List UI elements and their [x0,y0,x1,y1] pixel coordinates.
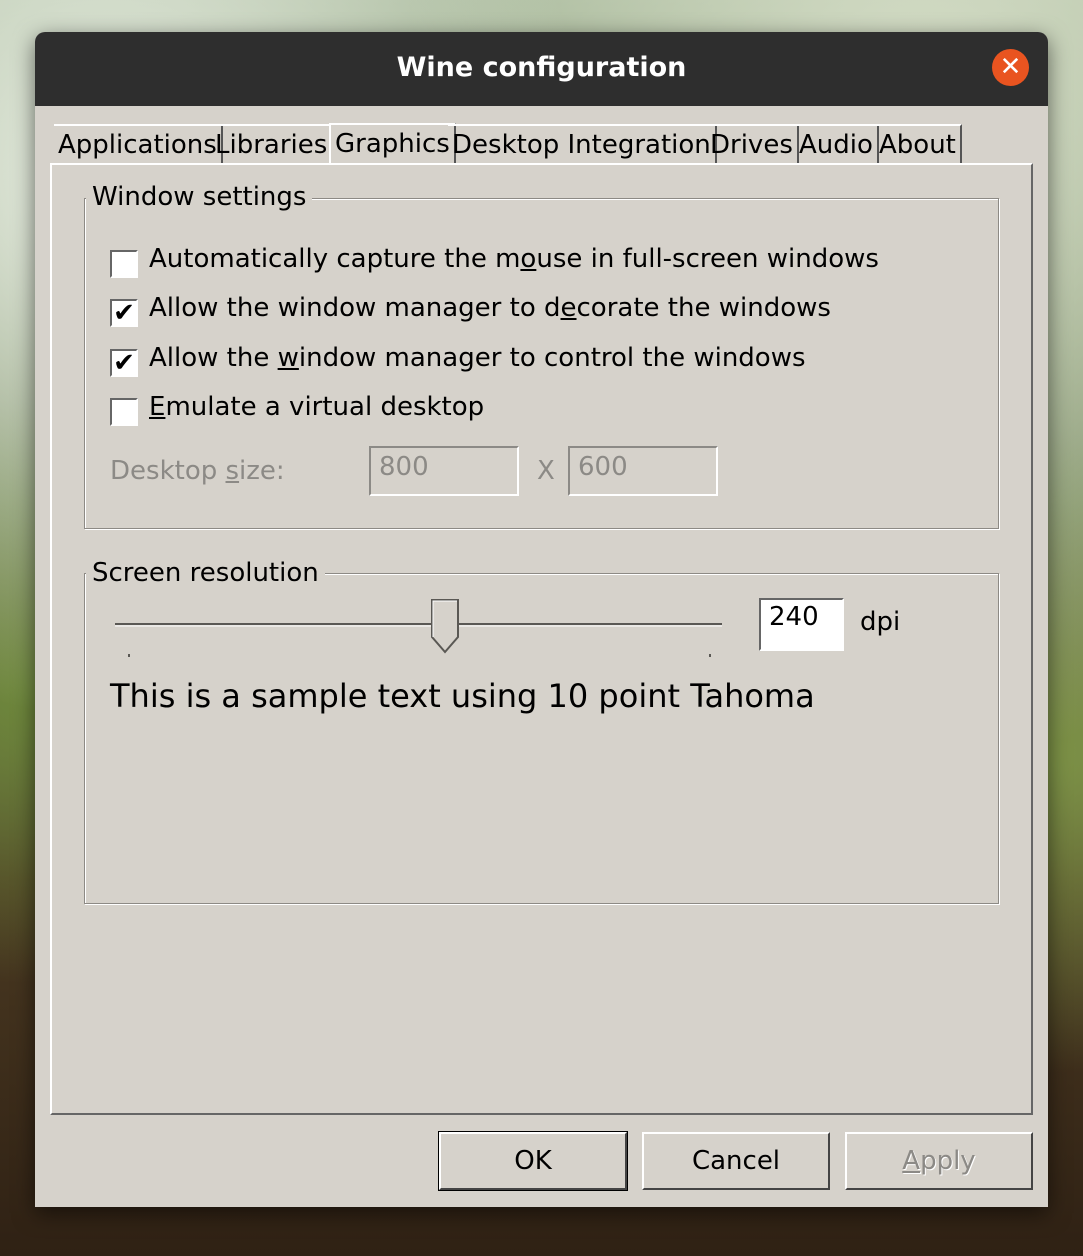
decorate-windows-label: Allow the window manager to decorate the… [149,293,831,323]
dpi-slider[interactable] [115,597,725,658]
control-windows-label: Allow the window manager to control the … [149,343,806,373]
sample-text: This is a sample text using 10 point Tah… [110,677,815,715]
window-settings-title: Window settings [86,182,313,212]
tab-about[interactable]: About [875,124,962,164]
apply-button[interactable]: Apply [845,1132,1033,1190]
tab-desktop-integration[interactable]: Desktop Integration [448,124,717,164]
tab-audio[interactable]: Audio [795,124,879,164]
tab-applications[interactable]: Applications [54,124,223,164]
tab-libraries[interactable]: Libraries [211,124,334,164]
cancel-button[interactable]: Cancel [642,1132,830,1190]
capture-mouse-checkbox[interactable] [110,250,138,278]
screen-resolution-title: Screen resolution [86,558,325,588]
desktop-size-label: Desktop size: [110,456,285,486]
window-title: Wine configuration [396,52,687,83]
tab-graphics[interactable]: Graphics [329,123,456,163]
dpi-slider-thumb [431,599,459,654]
decorate-windows-checkbox[interactable]: ✔ [110,299,138,327]
dpi-slider-graphic [115,599,722,658]
checkmark-icon: ✔ [113,298,135,328]
desktop-height-field[interactable]: 600 [568,446,718,496]
virtual-desktop-checkbox[interactable] [110,398,138,426]
wine-config-window: Wine configuration ✕ Applications Librar… [35,32,1048,1207]
virtual-desktop-label: Emulate a virtual desktop [149,392,485,422]
dpi-input[interactable]: 240 [759,598,844,651]
tab-drives[interactable]: Drives [706,124,799,164]
close-button[interactable]: ✕ [992,49,1029,86]
capture-mouse-label: Automatically capture the mouse in full-… [149,244,879,274]
title-bar[interactable]: Wine configuration ✕ [35,32,1048,106]
ok-button[interactable]: OK [438,1131,628,1191]
desktop-size-separator: X [537,456,555,486]
desktop-width-field[interactable]: 800 [369,446,519,496]
checkmark-icon: ✔ [113,348,135,378]
control-windows-checkbox[interactable]: ✔ [110,349,138,377]
dpi-unit-label: dpi [860,607,901,637]
close-icon: ✕ [999,52,1022,82]
